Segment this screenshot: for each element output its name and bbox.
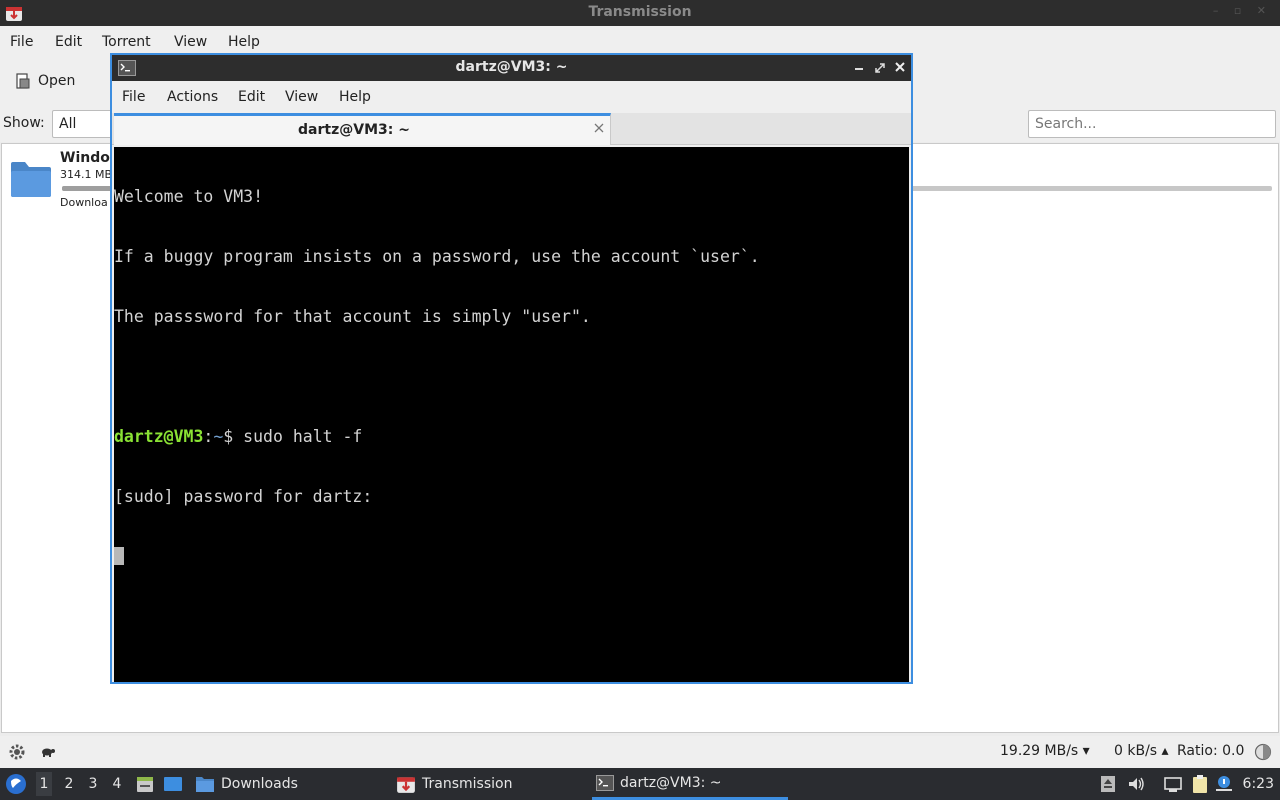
terminal-icon <box>596 774 614 791</box>
download-speed: 19.29 MB/s ▾ <box>1000 743 1090 759</box>
task-transmission-label: Transmission <box>422 776 513 792</box>
terminal-menu-view[interactable]: View <box>285 89 318 105</box>
task-terminal[interactable]: dartz@VM3: ~ <box>592 768 788 800</box>
terminal-output[interactable]: Welcome to VM3! If a buggy program insis… <box>114 147 909 682</box>
maximize-icon[interactable] <box>873 59 887 75</box>
prompt-symbol: $ <box>223 427 234 446</box>
text-cursor <box>114 547 124 565</box>
close-icon[interactable] <box>893 59 907 75</box>
terminal-menu-edit[interactable]: Edit <box>238 89 265 105</box>
terminal-menubar: File Actions Edit View Help <box>112 81 911 113</box>
minimize-icon[interactable] <box>852 59 866 75</box>
torrent-size: 314.1 MB <box>60 168 113 181</box>
search-input[interactable] <box>1028 110 1276 138</box>
sudo-password-prompt: [sudo] password for dartz: <box>114 487 373 506</box>
start-menu-icon[interactable] <box>5 773 27 795</box>
prompt-path: ~ <box>213 427 224 446</box>
gear-icon[interactable] <box>8 743 26 761</box>
terminal-titlebar[interactable]: dartz@VM3: ~ <box>112 55 911 81</box>
task-downloads[interactable]: Downloads <box>195 768 298 800</box>
transmission-statusbar: 19.29 MB/s ▾ 0 kB/s ▴ Ratio: 0.0 <box>0 736 1280 768</box>
terminal-menu-help[interactable]: Help <box>339 89 371 105</box>
show-filter-label: Show: <box>3 115 45 131</box>
notification-icon[interactable] <box>1214 774 1234 794</box>
terminal-window-title: dartz@VM3: ~ <box>455 59 568 75</box>
file-manager-launcher-icon[interactable] <box>135 774 155 794</box>
menu-help[interactable]: Help <box>228 34 260 50</box>
task-transmission[interactable]: Transmission <box>396 768 512 800</box>
menu-edit[interactable]: Edit <box>55 34 82 50</box>
ratio-label: Ratio: 0.0 <box>1177 743 1245 759</box>
network-icon[interactable] <box>1163 774 1183 794</box>
show-desktop-icon[interactable] <box>163 774 183 794</box>
workspace-4[interactable]: 4 <box>109 776 125 792</box>
clipboard-icon[interactable] <box>1190 774 1210 794</box>
prompt-separator: : <box>203 427 214 446</box>
task-downloads-label: Downloads <box>221 776 298 792</box>
menu-view[interactable]: View <box>174 34 207 50</box>
transmission-window-controls[interactable]: – ▫ ✕ <box>1213 4 1272 17</box>
taskbar: 1 2 3 4 Downloads Transmission dartz@VM3… <box>0 768 1280 800</box>
tab-close-icon[interactable] <box>592 121 606 135</box>
folder-icon <box>11 162 51 197</box>
transmission-window-title: Transmission <box>588 4 692 20</box>
eject-icon[interactable] <box>1098 774 1118 794</box>
prompt-user-host: dartz@VM3 <box>114 427 204 446</box>
terminal-tabbar: dartz@VM3: ~ <box>112 113 911 145</box>
transmission-titlebar[interactable]: Transmission – ▫ ✕ <box>0 0 1280 26</box>
prompt-command: sudo halt -f <box>243 427 363 446</box>
terminal-line: Welcome to VM3! <box>114 187 264 206</box>
terminal-tab[interactable]: dartz@VM3: ~ <box>114 113 611 145</box>
terminal-tab-label: dartz@VM3: ~ <box>298 122 410 138</box>
turtle-icon[interactable] <box>40 744 56 758</box>
terminal-line: If a buggy program insists on a password… <box>114 247 760 266</box>
menu-torrent[interactable]: Torrent <box>102 34 151 50</box>
open-button[interactable]: Open <box>14 68 75 94</box>
clock[interactable]: 6:23 <box>1243 776 1274 792</box>
volume-icon[interactable] <box>1126 774 1146 794</box>
ratio-icon[interactable] <box>1254 743 1272 761</box>
workspace-1[interactable]: 1 <box>36 772 52 796</box>
workspace-2[interactable]: 2 <box>61 776 77 792</box>
workspace-3[interactable]: 3 <box>85 776 101 792</box>
terminal-window[interactable]: dartz@VM3: ~ File Actions Edit View Help… <box>110 53 913 684</box>
terminal-cursor-line <box>114 547 909 567</box>
upload-speed: 0 kB/s ▴ <box>1114 743 1169 759</box>
terminal-menu-file[interactable]: File <box>122 89 145 105</box>
terminal-prompt-line: dartz@VM3:~$ sudo halt -f <box>114 427 909 447</box>
transmission-app-icon <box>397 777 415 793</box>
terminal-line: The passsword for that account is simply… <box>114 307 591 326</box>
menu-file[interactable]: File <box>10 34 33 50</box>
torrent-status: Downloa <box>60 196 108 209</box>
folder-icon <box>196 777 214 792</box>
open-file-icon <box>16 73 30 89</box>
task-terminal-label: dartz@VM3: ~ <box>620 774 722 791</box>
open-button-label: Open <box>38 73 76 89</box>
terminal-menu-actions[interactable]: Actions <box>167 89 218 105</box>
